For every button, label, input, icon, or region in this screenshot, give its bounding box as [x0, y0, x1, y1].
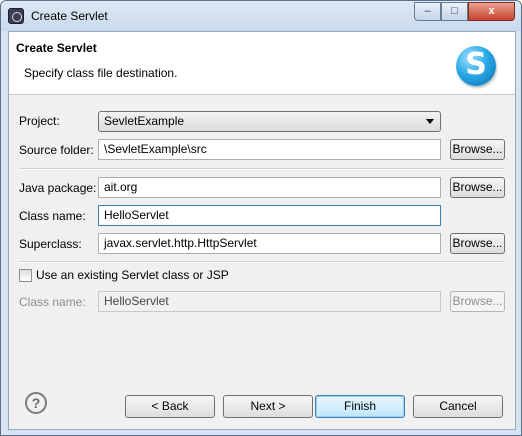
eclipse-app-icon [8, 8, 24, 24]
cancel-button[interactable]: Cancel [413, 395, 503, 418]
wizard-description: Specify class file destination. [24, 66, 178, 80]
wizard-header: Create Servlet Specify class file destin… [9, 32, 515, 95]
existing-class-browse-button: Browse... [450, 291, 505, 312]
title-bar: Create Servlet – □ x [1, 1, 521, 31]
close-button[interactable]: x [468, 2, 515, 21]
source-folder-label: Source folder: [19, 143, 94, 157]
source-folder-input[interactable]: \SevletExample\src [98, 139, 441, 160]
next-button[interactable]: Next > [223, 395, 313, 418]
existing-class-name-label: Class name: [19, 295, 86, 309]
wizard-title: Create Servlet [16, 41, 97, 55]
existing-class-name-input: HelloServlet [98, 291, 441, 312]
create-servlet-dialog: Create Servlet – □ x Create Servlet Spec… [0, 0, 522, 436]
class-name-input[interactable]: HelloServlet [98, 205, 441, 226]
java-package-input[interactable]: ait.org [98, 177, 441, 198]
dialog-content: Create Servlet Specify class file destin… [8, 31, 516, 430]
class-name-label: Class name: [19, 209, 86, 223]
finish-button[interactable]: Finish [315, 395, 405, 418]
chevron-down-icon [426, 119, 434, 124]
source-folder-browse-button[interactable]: Browse... [450, 139, 505, 160]
back-button[interactable]: < Back [125, 395, 215, 418]
help-icon[interactable]: ? [25, 392, 47, 414]
project-label: Project: [19, 114, 60, 128]
java-package-label: Java package: [19, 181, 97, 195]
minimize-button[interactable]: – [414, 2, 441, 21]
window-title: Create Servlet [31, 9, 108, 23]
separator [19, 261, 505, 263]
separator [19, 168, 505, 170]
use-existing-checkbox[interactable] [19, 269, 32, 282]
project-select-value: SevletExample [104, 114, 185, 128]
superclass-label: Superclass: [19, 237, 82, 251]
servlet-logo-icon: S [456, 46, 496, 86]
maximize-button[interactable]: □ [441, 2, 468, 21]
project-select[interactable]: SevletExample [98, 111, 441, 132]
use-existing-label: Use an existing Servlet class or JSP [36, 268, 229, 282]
java-package-browse-button[interactable]: Browse... [450, 177, 505, 198]
superclass-browse-button[interactable]: Browse... [450, 233, 505, 254]
superclass-input[interactable]: javax.servlet.http.HttpServlet [98, 233, 441, 254]
